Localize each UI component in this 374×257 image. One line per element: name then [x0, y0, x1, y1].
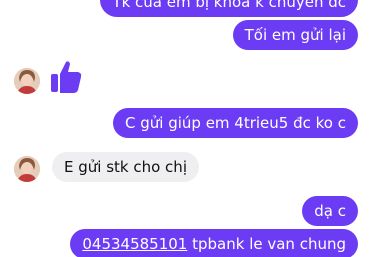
message-text: C gửi giúp em 4trieu5 đc ko c	[125, 114, 346, 132]
message-outgoing[interactable]: dạ c	[302, 196, 358, 226]
message-text: E gửi stk cho chị	[64, 158, 187, 176]
message-text: Tk của em bị khóa k chuyển đc	[112, 0, 346, 11]
message-outgoing[interactable]: 04534585101 tpbank le van chung	[70, 229, 358, 257]
message-outgoing[interactable]: Tk của em bị khóa k chuyển đc	[100, 0, 358, 17]
message-text: tpbank le van chung	[187, 235, 346, 253]
avatar-image	[14, 156, 40, 182]
message-text: Tối em gửi lại	[244, 26, 346, 44]
message-outgoing[interactable]: C gửi giúp em 4trieu5 đc ko c	[113, 108, 358, 138]
account-number-link[interactable]: 04534585101	[82, 235, 187, 253]
message-outgoing[interactable]: Tối em gửi lại	[232, 20, 358, 50]
avatar-image	[14, 68, 40, 94]
contact-avatar[interactable]	[14, 68, 40, 94]
contact-avatar[interactable]	[14, 156, 40, 182]
thumbs-up-icon[interactable]	[50, 60, 82, 94]
message-incoming[interactable]: E gửi stk cho chị	[52, 152, 199, 182]
message-text: dạ c	[314, 202, 346, 220]
